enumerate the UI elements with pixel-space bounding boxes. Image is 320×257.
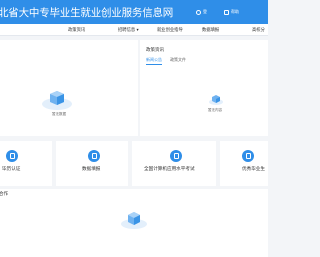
quick-link-label: 全国计算机应用水平考试 bbox=[144, 167, 195, 172]
quick-link-excellent-grads[interactable]: 优秀毕业生 bbox=[220, 141, 268, 186]
main-nav: 政策资讯 招聘信息 ▾ 就业创业指导 数据填报 高校分 bbox=[0, 24, 268, 36]
certificate-icon bbox=[6, 150, 18, 162]
nav-item-policy[interactable]: 政策资讯 bbox=[68, 27, 85, 33]
partners-title: 合作 bbox=[0, 192, 8, 197]
news-title: 政策资讯 bbox=[146, 48, 164, 53]
award-icon bbox=[242, 150, 254, 162]
quick-link-label: 毕历认证 bbox=[2, 167, 21, 172]
nav-item-data-report[interactable]: 数据填报 bbox=[202, 27, 219, 33]
nav-item-guidance[interactable]: 就业创业指导 bbox=[157, 27, 183, 33]
nav-item-recruitment[interactable]: 招聘信息 ▾ bbox=[118, 27, 139, 33]
user-icon bbox=[196, 9, 201, 15]
nav-item-universities[interactable]: 高校分 bbox=[252, 27, 265, 33]
empty-box-icon bbox=[209, 95, 223, 105]
quick-link-computer-exam[interactable]: 全国计算机应用水平考试 bbox=[132, 141, 216, 186]
site-title[interactable]: 北省大中专毕业生就业创业服务信息网 bbox=[0, 5, 173, 20]
partners-section: 合作 bbox=[0, 189, 268, 257]
login-label: 登 bbox=[203, 9, 207, 14]
report-icon bbox=[88, 150, 100, 162]
login-button[interactable]: 登 bbox=[196, 6, 207, 18]
nav-item-recruitment-label: 招聘信息 bbox=[118, 28, 136, 33]
news-empty-caption: 暂无内容 bbox=[208, 108, 222, 112]
quick-links: 毕历认证 数据填报 全国计算机应用水平考试 优秀毕业生 bbox=[0, 141, 268, 186]
left-panel: 暂无数据 bbox=[0, 40, 138, 136]
help-label: 帮助 bbox=[231, 9, 239, 14]
quick-link-label: 优秀毕业生 bbox=[242, 167, 265, 172]
empty-box-icon bbox=[42, 91, 72, 110]
tab-policy-documents[interactable]: 政策文件 bbox=[170, 57, 186, 63]
help-button[interactable]: 帮助 bbox=[224, 6, 239, 18]
help-icon bbox=[224, 9, 229, 15]
news-panel: 政策资讯 新闻公告 政策文件 暂无内容 bbox=[140, 40, 268, 136]
quick-link-label: 数据填报 bbox=[82, 167, 101, 172]
empty-caption: 暂无数据 bbox=[52, 112, 66, 116]
quick-link-data-report[interactable]: 数据填报 bbox=[56, 141, 128, 186]
site-header: 北省大中专毕业生就业创业服务信息网 登 帮助 bbox=[0, 0, 268, 24]
quick-link-degree-verify[interactable]: 毕历认证 bbox=[0, 141, 52, 186]
computer-icon bbox=[170, 150, 182, 162]
empty-box-icon bbox=[121, 212, 147, 229]
tab-news-announcements[interactable]: 新闻公告 bbox=[146, 57, 162, 65]
